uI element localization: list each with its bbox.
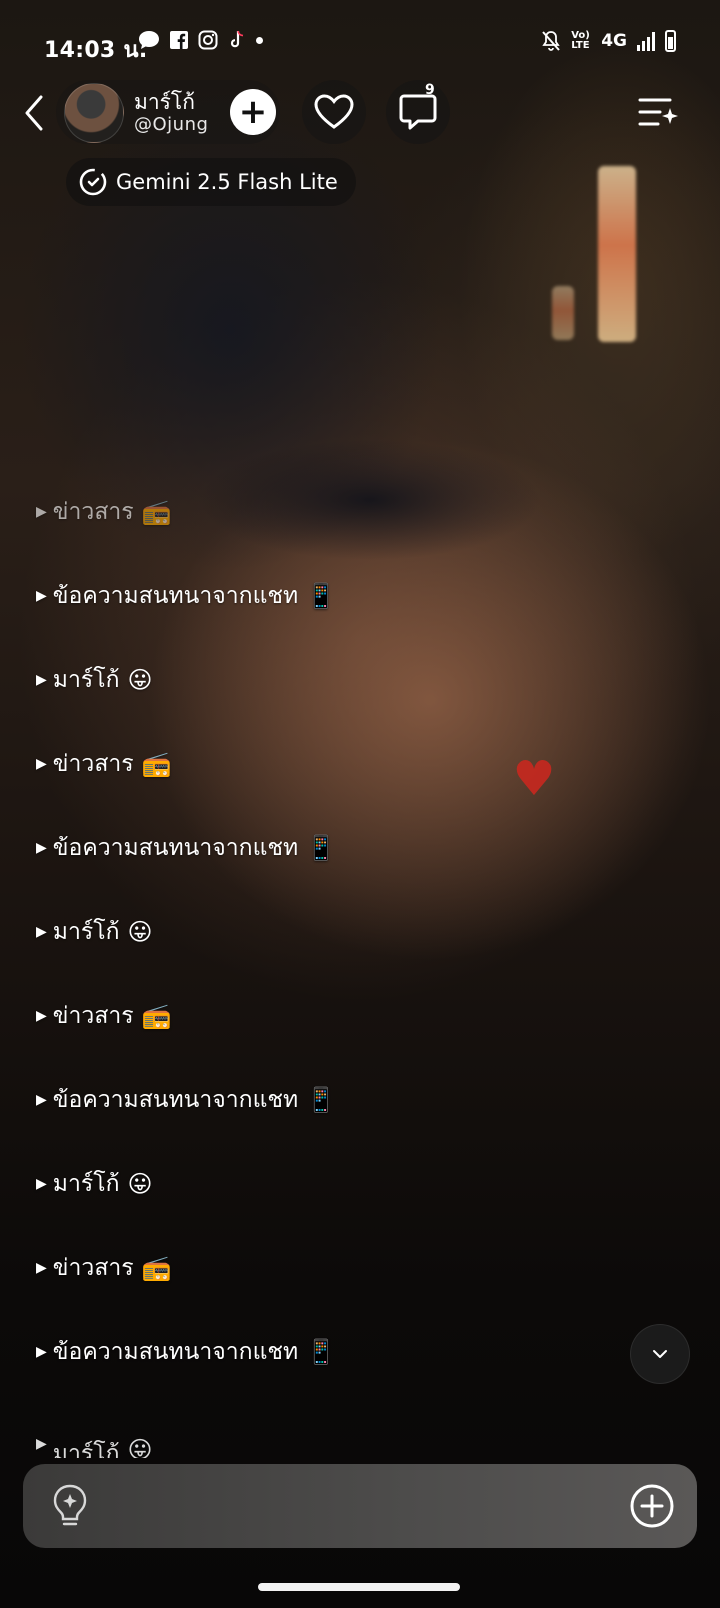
list-item-label: ข้อความสนทนาจากแชท bbox=[52, 583, 299, 609]
tongue-emoji-icon: 😛 bbox=[127, 1170, 153, 1198]
list-item[interactable]: ▶ ข่าวสาร 📻 bbox=[36, 492, 172, 532]
attach-button[interactable] bbox=[629, 1483, 675, 1529]
chat-comments-button[interactable] bbox=[386, 80, 450, 144]
notification-icons bbox=[138, 30, 263, 50]
list-item-label: ข่าวสาร bbox=[52, 1003, 134, 1029]
heart-decoration: ♥ bbox=[512, 751, 556, 807]
suggestion-button[interactable] bbox=[47, 1482, 93, 1530]
expand-arrow-icon: ▶ bbox=[36, 1008, 47, 1024]
phone-emoji-icon: 📱 bbox=[306, 834, 337, 862]
list-item-label: ข้อความสนทนาจากแชท bbox=[52, 1087, 299, 1113]
tongue-emoji-icon: 😛 bbox=[127, 918, 153, 946]
avatar[interactable] bbox=[64, 83, 124, 143]
list-item[interactable]: ▶ ข่าวสาร 📻 bbox=[36, 744, 172, 784]
model-name: Gemini 2.5 Flash Lite bbox=[116, 170, 338, 194]
expand-arrow-icon: ▶ bbox=[36, 1260, 47, 1276]
battery-icon bbox=[665, 30, 676, 52]
list-item[interactable]: ▶ ข่าวสาร 📻 bbox=[36, 996, 172, 1036]
list-item-label: มาร์โก้ bbox=[52, 1171, 120, 1197]
list-item-label: มาร์โก้ bbox=[52, 1441, 120, 1458]
tiktok-icon bbox=[230, 30, 244, 48]
mute-bell-icon bbox=[542, 31, 560, 51]
character-handle: @Ojung bbox=[134, 114, 209, 135]
neon-sign-decoration bbox=[598, 166, 636, 342]
lightbulb-icon bbox=[53, 1484, 87, 1526]
tongue-emoji-icon: 😛 bbox=[127, 666, 153, 694]
home-indicator[interactable] bbox=[258, 1583, 460, 1591]
list-item[interactable]: ▶ มาร์โก้ 😛 bbox=[36, 1164, 153, 1204]
expand-arrow-icon: ▶ bbox=[36, 504, 47, 520]
expand-arrow-icon: ▶ bbox=[36, 1436, 47, 1452]
back-arrow-icon bbox=[25, 95, 43, 131]
back-button[interactable] bbox=[14, 88, 54, 138]
radio-emoji-icon: 📻 bbox=[141, 1254, 172, 1282]
phone-emoji-icon: 📱 bbox=[306, 582, 337, 610]
system-icons: Vo) LTE 4G bbox=[541, 30, 676, 52]
list-item-label: มาร์โก้ bbox=[52, 919, 120, 945]
radio-emoji-icon: 📻 bbox=[141, 1002, 172, 1030]
expand-arrow-icon: ▶ bbox=[36, 924, 47, 940]
message-input-bar[interactable] bbox=[23, 1464, 697, 1548]
list-item-label: ข่าวสาร bbox=[52, 1255, 134, 1281]
list-item[interactable]: ▶ ข้อความสนทนาจากแชท 📱 bbox=[36, 576, 336, 616]
status-time: 14:03 น. bbox=[44, 38, 148, 63]
expand-arrow-icon: ▶ bbox=[36, 840, 47, 856]
network-type: 4G bbox=[601, 31, 627, 51]
list-item-label: มาร์โก้ bbox=[52, 667, 120, 693]
expand-arrow-icon: ▶ bbox=[36, 672, 47, 688]
heart-icon bbox=[314, 94, 354, 129]
list-item-label: ข่าวสาร bbox=[52, 499, 134, 525]
message-bubble-icon bbox=[139, 31, 159, 49]
scroll-to-bottom-button[interactable] bbox=[630, 1324, 690, 1384]
notification-count-badge: 9 bbox=[425, 82, 435, 98]
more-notifications-dot bbox=[256, 36, 263, 44]
radio-emoji-icon: 📻 bbox=[141, 498, 172, 526]
plus-circle-icon bbox=[630, 1484, 674, 1528]
facebook-icon bbox=[170, 31, 188, 49]
signal-icon bbox=[637, 31, 655, 51]
phone-emoji-icon: 📱 bbox=[306, 1338, 337, 1366]
list-item[interactable]: ▶ มาร์โก้ 😛 bbox=[36, 1436, 153, 1458]
model-switch-icon bbox=[79, 168, 107, 196]
tongue-emoji-icon: 😛 bbox=[127, 1436, 153, 1458]
list-item[interactable]: ▶ ข่าวสาร 📻 bbox=[36, 1248, 172, 1288]
phone-emoji-icon: 📱 bbox=[306, 1086, 337, 1114]
radio-emoji-icon: 📻 bbox=[141, 750, 172, 778]
chevron-down-icon bbox=[653, 1350, 667, 1358]
chat-bubble-icon bbox=[399, 94, 437, 130]
menu-sparkle-icon bbox=[638, 98, 678, 126]
model-selector[interactable]: Gemini 2.5 Flash Lite bbox=[66, 158, 356, 206]
volte-indicator: Vo) LTE bbox=[571, 30, 590, 51]
instagram-icon bbox=[198, 30, 218, 50]
list-item-label: ข้อความสนทนาจากแชท bbox=[52, 835, 299, 861]
expand-arrow-icon: ▶ bbox=[36, 756, 47, 772]
expand-arrow-icon: ▶ bbox=[36, 588, 47, 604]
list-item[interactable]: ▶ ข้อความสนทนาจากแชท 📱 bbox=[36, 828, 336, 868]
follow-add-button[interactable]: + bbox=[230, 89, 276, 135]
expand-arrow-icon: ▶ bbox=[36, 1092, 47, 1108]
like-button[interactable] bbox=[302, 80, 366, 144]
list-item[interactable]: ▶ มาร์โก้ 😛 bbox=[36, 912, 153, 952]
status-bar: 14:03 น. Vo) LTE 4G bbox=[0, 28, 720, 63]
expand-arrow-icon: ▶ bbox=[36, 1344, 47, 1360]
list-item-label: ข่าวสาร bbox=[52, 751, 134, 777]
list-item[interactable]: ▶ ข้อความสนทนาจากแชท 📱 bbox=[36, 1332, 336, 1372]
list-item-label: ข้อความสนทนาจากแชท bbox=[52, 1339, 299, 1365]
expand-arrow-icon: ▶ bbox=[36, 1176, 47, 1192]
menu-button[interactable] bbox=[636, 92, 680, 132]
list-item[interactable]: ▶ มาร์โก้ 😛 bbox=[36, 660, 153, 700]
neon-light-decoration bbox=[552, 286, 574, 340]
list-item[interactable]: ▶ ข้อความสนทนาจากแชท 📱 bbox=[36, 1080, 336, 1120]
